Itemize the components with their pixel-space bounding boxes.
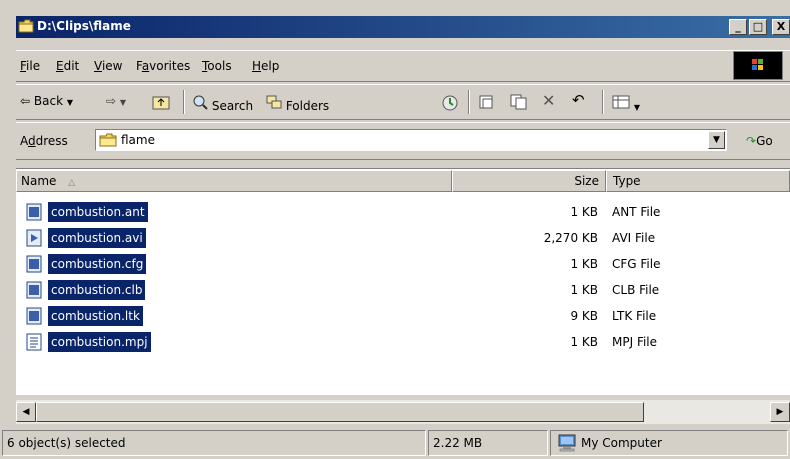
file-type: ANT File xyxy=(612,205,661,219)
address-bar: Address flame ▼ ↷Go xyxy=(16,122,790,160)
video-file-icon xyxy=(26,229,42,247)
list-item[interactable]: combustion.mpj 1 KB MPJ File xyxy=(16,329,790,355)
up-folder-icon xyxy=(152,96,170,110)
toolbar-separator xyxy=(602,90,604,114)
folders-icon xyxy=(266,95,282,109)
file-size: 2,270 KB xyxy=(543,231,598,245)
file-type: CFG File xyxy=(612,257,661,271)
folder-icon xyxy=(99,133,117,147)
file-name: combustion.avi xyxy=(48,228,146,248)
views-button[interactable]: ▼ xyxy=(612,94,640,113)
close-button[interactable]: X xyxy=(772,19,790,35)
history-button[interactable] xyxy=(441,94,459,115)
maximize-button[interactable]: □ xyxy=(749,19,767,35)
status-selection: 6 object(s) selected xyxy=(2,430,426,456)
text-file-icon xyxy=(26,333,42,351)
address-label: Address xyxy=(20,134,68,148)
windows-logo xyxy=(733,51,783,80)
menu-help[interactable]: Help xyxy=(252,59,279,73)
list-item[interactable]: combustion.cfg 1 KB CFG File xyxy=(16,251,790,277)
toolbar-separator xyxy=(183,90,185,114)
minimize-button[interactable]: _ xyxy=(729,19,747,35)
horizontal-scrollbar[interactable]: ◀ ▶ xyxy=(16,400,790,424)
file-type: CLB File xyxy=(612,283,660,297)
back-arrow-icon: ⇦ xyxy=(20,94,31,108)
media-file-icon xyxy=(26,255,42,273)
address-dropdown-button[interactable]: ▼ xyxy=(708,131,725,149)
chevron-down-icon: ▼ xyxy=(713,135,720,145)
folder-icon xyxy=(18,19,34,33)
menu-favorites[interactable]: Favorites xyxy=(136,59,190,73)
file-type: MPJ File xyxy=(612,335,658,349)
list-item[interactable]: combustion.avi 2,270 KB AVI File xyxy=(16,225,790,251)
chevron-down-icon: ▼ xyxy=(119,98,127,107)
menu-tools[interactable]: Tools xyxy=(202,59,232,73)
column-header-name[interactable]: Name △ xyxy=(16,170,452,192)
media-file-icon xyxy=(26,203,42,221)
windows-flag-icon xyxy=(752,59,763,70)
file-name: combustion.ant xyxy=(48,202,148,222)
standard-toolbar: ⇦ Back ▼ ⇨ ▼ Search Folders ✕ ↶ ▼ xyxy=(16,84,790,120)
list-item[interactable]: combustion.ltk 9 KB LTK File xyxy=(16,303,790,329)
file-type: LTK File xyxy=(612,309,657,323)
media-file-icon xyxy=(26,281,42,299)
status-size: 2.22 MB xyxy=(428,430,548,456)
views-icon xyxy=(612,95,630,109)
scroll-left-button[interactable]: ◀ xyxy=(16,402,36,422)
toolbar-separator xyxy=(468,90,470,114)
file-size: 1 KB xyxy=(570,283,598,297)
column-header-size[interactable]: Size xyxy=(452,170,606,192)
explorer-window: D:\Clips\flame _ □ X File Edit View Favo… xyxy=(0,0,790,459)
file-name: combustion.cfg xyxy=(48,254,147,274)
status-bar: 6 object(s) selected 2.22 MB My Computer xyxy=(0,428,790,459)
menu-view[interactable]: View xyxy=(94,59,122,73)
go-button[interactable]: ↷Go xyxy=(746,134,773,148)
copy-to-icon xyxy=(510,94,527,110)
list-item[interactable]: combustion.clb 1 KB CLB File xyxy=(16,277,790,303)
go-arrow-icon: ↷ xyxy=(746,134,757,148)
file-size: 1 KB xyxy=(570,335,598,349)
search-button[interactable]: Search xyxy=(192,94,253,113)
media-file-icon xyxy=(26,307,42,325)
file-size: 1 KB xyxy=(570,205,598,219)
search-icon xyxy=(193,95,208,110)
list-item[interactable]: combustion.ant 1 KB ANT File xyxy=(16,199,790,225)
folders-button[interactable]: Folders xyxy=(266,94,329,113)
scrollbar-thumb[interactable] xyxy=(36,402,644,422)
file-size: 1 KB xyxy=(570,257,598,271)
file-list[interactable]: Name △ Size Type combustion.ant 1 KB ANT… xyxy=(16,168,790,395)
undo-icon[interactable]: ↶ xyxy=(572,91,585,109)
copy-to-button[interactable] xyxy=(510,94,528,113)
chevron-left-icon: ◀ xyxy=(22,407,30,417)
back-button[interactable]: ⇦ Back ▼ xyxy=(20,94,73,108)
column-header-type[interactable]: Type xyxy=(606,170,790,192)
menu-file[interactable]: File xyxy=(20,59,40,73)
scroll-right-button[interactable]: ▶ xyxy=(770,402,790,422)
forward-arrow-icon: ⇨ xyxy=(106,94,117,108)
forward-button[interactable]: ⇨ ▼ xyxy=(106,94,126,108)
file-size: 9 KB xyxy=(570,309,598,323)
menu-edit[interactable]: Edit xyxy=(56,59,79,73)
file-type: AVI File xyxy=(612,231,656,245)
history-icon xyxy=(442,95,458,111)
chevron-right-icon: ▶ xyxy=(776,407,784,417)
title-bar[interactable]: D:\Clips\flame _ □ X xyxy=(16,16,790,38)
move-to-icon xyxy=(479,95,493,109)
sort-ascending-icon: △ xyxy=(68,178,76,188)
up-folder-button[interactable] xyxy=(152,94,170,113)
address-value: flame xyxy=(121,133,155,147)
chevron-down-icon: ▼ xyxy=(66,98,74,107)
my-computer-icon xyxy=(558,434,576,452)
file-name: combustion.ltk xyxy=(48,306,143,326)
file-name: combustion.clb xyxy=(48,280,146,300)
status-zone: My Computer xyxy=(550,430,788,456)
address-input[interactable]: flame ▼ xyxy=(95,129,727,151)
chevron-down-icon: ▼ xyxy=(633,103,640,112)
window-title: D:\Clips\flame xyxy=(37,19,131,33)
delete-icon[interactable]: ✕ xyxy=(542,91,555,110)
file-name: combustion.mpj xyxy=(48,332,151,352)
menu-bar: File Edit View Favorites Tools Help xyxy=(16,50,790,82)
move-to-button[interactable] xyxy=(478,94,496,113)
